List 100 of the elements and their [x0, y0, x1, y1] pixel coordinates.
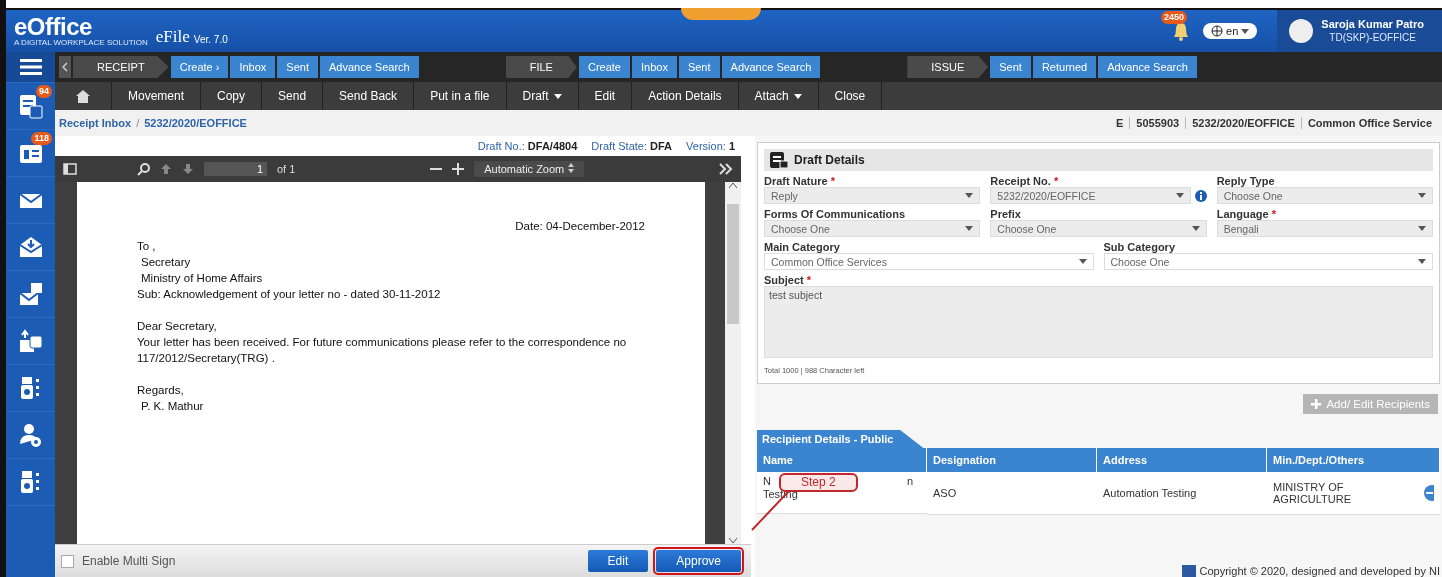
copyright-text: Copyright © 2020, designed and developed by NI — [1199, 565, 1440, 577]
zoom-select[interactable]: Automatic Zoom — [474, 161, 585, 177]
field-label: Main Category — [764, 241, 841, 253]
action-button[interactable]: Approve — [656, 550, 741, 572]
caret-icon — [1241, 28, 1250, 34]
letter-text: Sub: Acknowledgement of your letter no - dated 30-11-2012 — [137, 287, 442, 302]
notification-badge: 2450 — [1161, 11, 1188, 24]
table-cell-text: N — [763, 475, 771, 488]
user-role: TD(SKP)-EOFFICE — [1328, 31, 1417, 44]
home-icon — [75, 89, 91, 103]
field-label: Subject * — [764, 274, 813, 286]
field-label: Sub Category — [1103, 241, 1176, 253]
draft-info: Version: 1 — [686, 140, 735, 152]
caret-icon — [1418, 259, 1426, 264]
letter-text: Regards, — [137, 383, 185, 398]
letter-date: Date: 04-December-2012 — [514, 219, 645, 234]
page-count: of 1 — [277, 163, 296, 175]
version-label: Ver. 7.0 — [193, 33, 228, 45]
spinner-icon — [568, 163, 575, 173]
caret-icon — [1175, 193, 1184, 198]
column-header: Min./Dept./Others — [1267, 448, 1440, 472]
table-cell-text: n — [906, 475, 913, 488]
scroll-down-icon[interactable] — [729, 538, 737, 544]
nav-link[interactable]: Create — [578, 56, 630, 78]
nav-link[interactable]: Advance Search — [320, 56, 419, 78]
breadcrumb-separator: / — [136, 117, 140, 129]
table-cell-text: MINISTRY OF AGRICULTURE — [1273, 481, 1353, 505]
select-field[interactable]: Choose One — [1216, 187, 1433, 204]
nav-link[interactable]: Inbox — [632, 56, 677, 78]
sidebar-toggle-icon[interactable] — [63, 163, 77, 175]
letter-text: Dear Secretary, — [137, 319, 218, 334]
draft-info: Draft State: DFA — [591, 140, 673, 152]
scrollbar-thumb[interactable] — [727, 204, 739, 324]
letter-text: P. K. Mathur — [140, 399, 205, 414]
logo-icon — [1181, 565, 1196, 577]
collapse-handle[interactable] — [681, 8, 761, 20]
nav-link[interactable]: Advance Search — [1098, 56, 1197, 78]
field-label: Reply Type — [1216, 175, 1276, 187]
file-info-item: E — [1115, 117, 1125, 129]
envelope-icon[interactable] — [17, 281, 44, 307]
checkbox-label: Enable Multi Sign — [82, 554, 176, 568]
app-name: eFile — [155, 27, 190, 47]
caret-icon — [965, 226, 974, 231]
document-upload-icon[interactable] — [17, 328, 44, 354]
subject-field[interactable]: test subject — [764, 286, 1433, 358]
caret-icon — [965, 193, 974, 198]
next-page-icon[interactable] — [182, 163, 194, 175]
nav-link[interactable]: Sent — [990, 56, 1031, 78]
field-label: Language * — [1216, 208, 1277, 220]
draft-info: Draft No.: DFA/4804 — [477, 140, 578, 152]
search-icon[interactable] — [137, 162, 150, 176]
select-field[interactable]: Choose One — [990, 220, 1207, 237]
select-field[interactable]: Choose One — [1103, 253, 1433, 270]
nav-group-label: FILE — [505, 56, 577, 78]
logo: eOffice — [14, 15, 93, 39]
previous-page-icon[interactable] — [160, 163, 172, 175]
file-info-item: 5232/2020/EOFFICE — [1185, 117, 1301, 129]
count-badge: 118 — [31, 132, 52, 145]
language-selector[interactable]: en — [1203, 23, 1258, 39]
field-label: Forms Of Communications — [764, 208, 907, 220]
user-gear-icon[interactable] — [17, 422, 44, 448]
menu-icon[interactable] — [19, 58, 42, 76]
double-chevron-icon[interactable] — [719, 163, 733, 175]
tagline: A DIGITAL WORKPLACE SOLUTION — [14, 39, 148, 47]
nav-link[interactable]: Create › — [170, 56, 229, 78]
table-cell: ASO — [927, 472, 1097, 515]
column-header: Designation — [927, 448, 1097, 472]
nav-link[interactable]: Advance Search — [721, 56, 821, 78]
field-label: Prefix — [990, 208, 1022, 220]
document-icon — [770, 152, 788, 168]
page-number-field[interactable]: 1 — [204, 162, 267, 176]
info-icon[interactable] — [1194, 189, 1207, 202]
card-title: Draft Details — [794, 153, 865, 167]
avatar[interactable] — [1289, 19, 1314, 43]
select-field[interactable]: Reply — [764, 187, 981, 204]
select-field[interactable]: Common Office Services — [764, 253, 1094, 270]
select-field[interactable]: Choose One — [764, 220, 981, 237]
caret-icon — [1418, 193, 1426, 198]
scroll-left-icon[interactable] — [59, 56, 71, 78]
select-field[interactable]: 5232/2020/EOFFICE — [990, 187, 1191, 204]
select-field[interactable]: Bengali — [1216, 220, 1433, 237]
breadcrumb-current: 5232/2020/EOFFICE — [144, 117, 247, 129]
letter-text: Ministry of Home Affairs — [140, 271, 264, 286]
letter-text: Secretary — [140, 255, 192, 270]
nav-group-label: RECEIPT — [73, 56, 169, 78]
zoom-in-icon[interactable] — [452, 163, 465, 175]
column-header: Address — [1097, 448, 1267, 472]
action-button[interactable]: Edit — [587, 550, 649, 572]
scroll-up-icon[interactable] — [729, 182, 737, 188]
envelope-icon[interactable] — [17, 235, 44, 259]
document-icon[interactable] — [17, 93, 44, 119]
count-badge: 94 — [36, 85, 52, 98]
letter-text: To , — [137, 239, 157, 254]
breadcrumb-link[interactable]: Receipt Inbox — [59, 117, 132, 129]
nav-link[interactable]: Sent — [678, 56, 720, 78]
nav-link[interactable]: Sent — [277, 56, 318, 78]
nav-link[interactable]: Inbox — [230, 56, 276, 78]
field-label: Draft Nature * — [764, 175, 836, 187]
nav-link[interactable]: Returned — [1032, 56, 1097, 78]
checkbox[interactable] — [61, 554, 74, 568]
